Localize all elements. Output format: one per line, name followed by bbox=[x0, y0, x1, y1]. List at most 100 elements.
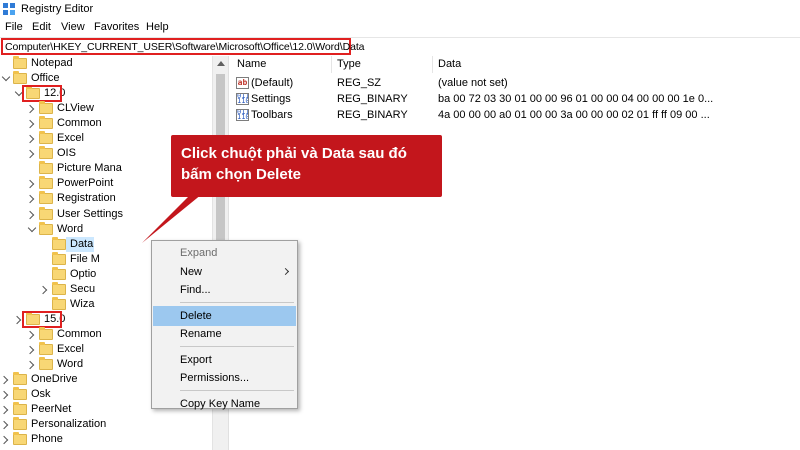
address-path[interactable]: Computer\HKEY_CURRENT_USER\Software\Micr… bbox=[5, 41, 364, 53]
chevron-right-icon[interactable] bbox=[27, 104, 36, 113]
values-pane[interactable]: Name Type Data ab (Default) REG_SZ (value n… bbox=[232, 56, 800, 450]
folder-icon bbox=[13, 71, 27, 85]
tree-item-label: Picture Mana bbox=[57, 162, 122, 175]
context-menu: Expand New Find... Delete Rename Export Permis… bbox=[151, 240, 298, 410]
value-row[interactable]: ab (Default) REG_SZ (value not set) bbox=[232, 75, 800, 91]
value-data: ba 00 72 03 30 01 00 00 96 01 00 00 04 0… bbox=[438, 93, 714, 105]
tree-item-label: PeerNet bbox=[31, 403, 72, 416]
chevron-right-icon[interactable] bbox=[27, 360, 36, 369]
chevron-right-icon[interactable] bbox=[27, 194, 36, 203]
context-menu-new[interactable]: New bbox=[153, 262, 296, 282]
folder-icon bbox=[39, 357, 53, 370]
folder-icon bbox=[52, 251, 66, 265]
folder-icon bbox=[39, 341, 53, 355]
tree-item[interactable]: Notepad bbox=[0, 56, 228, 71]
folder-icon bbox=[13, 432, 27, 446]
tree-item-label: Word bbox=[57, 358, 84, 370]
value-name: (Default) bbox=[251, 77, 294, 89]
folder-icon bbox=[39, 146, 53, 160]
column-header-name[interactable]: Name bbox=[232, 56, 332, 73]
menu-separator bbox=[180, 389, 294, 391]
context-menu-delete[interactable]: Delete bbox=[153, 305, 296, 326]
tree-item-label: Excel bbox=[57, 342, 84, 355]
context-menu-label: Expand bbox=[180, 247, 218, 259]
tree-item-label: Common bbox=[57, 327, 102, 340]
menu-separator bbox=[180, 301, 294, 303]
menu-view[interactable]: View bbox=[61, 21, 85, 33]
chevron-right-icon[interactable] bbox=[40, 285, 49, 294]
tree-item[interactable]: Phone bbox=[0, 432, 228, 447]
chevron-right-icon[interactable] bbox=[1, 420, 10, 429]
menu-bar: File Edit View Favorites Help bbox=[0, 19, 800, 37]
chevron-right-icon[interactable] bbox=[27, 210, 36, 219]
menu-favorites[interactable]: Favorites bbox=[94, 21, 139, 33]
chevron-right-icon[interactable] bbox=[27, 330, 36, 339]
folder-icon bbox=[52, 266, 66, 280]
tree-item-label: Optio bbox=[70, 267, 97, 280]
menu-file[interactable]: File bbox=[5, 21, 23, 33]
chevron-right-icon[interactable] bbox=[27, 345, 36, 354]
column-header-data[interactable]: Data bbox=[433, 56, 800, 73]
address-bar[interactable]: Computer\HKEY_CURRENT_USER\Software\Micr… bbox=[0, 37, 800, 56]
scroll-up-arrow-icon[interactable] bbox=[217, 61, 225, 66]
value-type: REG_SZ bbox=[337, 77, 382, 89]
folder-icon bbox=[39, 176, 53, 190]
folder-icon bbox=[39, 221, 53, 235]
folder-icon bbox=[39, 326, 53, 340]
tree-item-label: Personalization bbox=[31, 418, 107, 431]
tree-item[interactable]: Common bbox=[0, 116, 228, 131]
folder-icon bbox=[52, 281, 66, 295]
chevron-right-icon[interactable] bbox=[27, 134, 36, 143]
chevron-right-icon[interactable] bbox=[1, 375, 10, 384]
chevron-down-icon[interactable] bbox=[1, 74, 10, 83]
tree-item-label: File M bbox=[70, 252, 100, 265]
tree-item[interactable]: Personalization bbox=[0, 417, 228, 432]
folder-icon bbox=[39, 191, 53, 205]
context-menu-export[interactable]: Export bbox=[153, 350, 296, 370]
context-menu-find[interactable]: Find... bbox=[153, 280, 296, 300]
folder-icon bbox=[39, 131, 53, 145]
chevron-right-icon[interactable] bbox=[1, 405, 10, 414]
value-name: Toolbars bbox=[251, 109, 293, 121]
context-menu-label: Export bbox=[180, 353, 212, 366]
value-data: (value not set) bbox=[438, 77, 508, 89]
context-menu-permissions[interactable]: Permissions... bbox=[153, 368, 296, 388]
context-menu-label: Copy Key Name bbox=[180, 397, 261, 410]
context-menu-label: New bbox=[180, 265, 203, 278]
folder-icon bbox=[13, 372, 27, 386]
tree-highlight-box bbox=[22, 85, 62, 103]
tree-item-label: OIS bbox=[57, 147, 76, 160]
binary-value-icon: 011 110 bbox=[236, 93, 249, 105]
registry-editor-icon bbox=[3, 3, 16, 16]
chevron-down-icon[interactable] bbox=[27, 225, 36, 234]
chevron-right-icon[interactable] bbox=[1, 435, 10, 444]
tree-item-label: Excel bbox=[57, 132, 84, 145]
value-row[interactable]: 011 110 Settings REG_BINARY ba 00 72 03 30 … bbox=[232, 91, 800, 107]
menu-help[interactable]: Help bbox=[146, 21, 169, 33]
tree-item-label: Osk bbox=[31, 388, 51, 401]
value-name: Settings bbox=[251, 93, 291, 105]
menu-edit[interactable]: Edit bbox=[32, 21, 51, 33]
annotation-callout: Click chuột phải và Data sau đó bấm chọn… bbox=[171, 135, 442, 197]
chevron-right-icon[interactable] bbox=[27, 149, 36, 158]
context-menu-label: Find... bbox=[180, 284, 211, 296]
folder-icon bbox=[13, 56, 27, 69]
tree-item-label: Wiza bbox=[70, 297, 95, 310]
context-menu-copy-key-name[interactable]: Copy Key Name bbox=[153, 394, 296, 414]
tree-item[interactable]: CLView bbox=[0, 101, 228, 116]
folder-icon bbox=[13, 417, 27, 431]
folder-icon bbox=[52, 296, 66, 310]
column-header-type[interactable]: Type bbox=[332, 56, 433, 73]
chevron-right-icon[interactable] bbox=[27, 179, 36, 188]
context-menu-label: Rename bbox=[180, 328, 222, 340]
tree-item[interactable]: Office bbox=[0, 71, 228, 86]
chevron-right-icon[interactable] bbox=[27, 119, 36, 128]
title-bar: Registry Editor bbox=[0, 0, 800, 19]
folder-icon bbox=[52, 236, 66, 250]
context-menu-rename[interactable]: Rename bbox=[153, 324, 296, 344]
chevron-right-icon[interactable] bbox=[1, 390, 10, 399]
tree-highlight-box bbox=[22, 310, 62, 328]
tree-item-label: User Settings bbox=[57, 207, 124, 220]
callout-line-2: bấm chọn Delete bbox=[181, 166, 302, 183]
value-row[interactable]: 011 110 Toolbars REG_BINARY 4a 00 00 00 a0 … bbox=[232, 107, 800, 123]
